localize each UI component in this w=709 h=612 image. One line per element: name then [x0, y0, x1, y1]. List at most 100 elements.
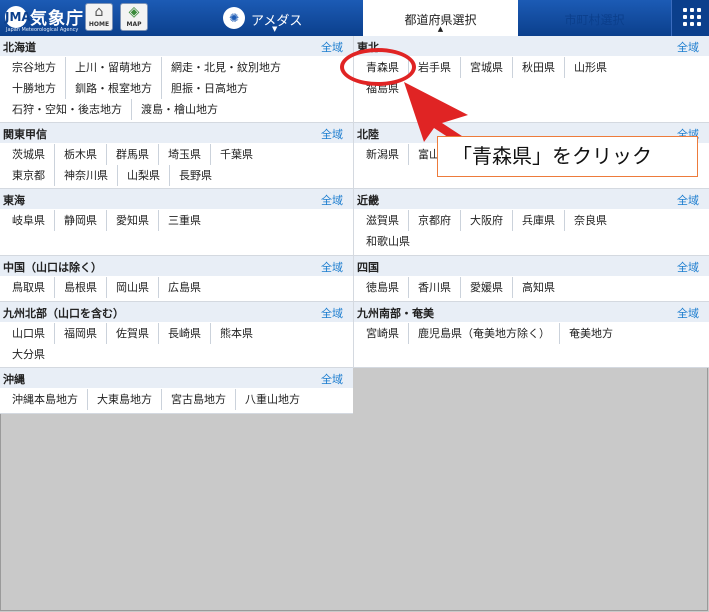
- region-item-row: 鳥取県 島根県 岡山県 広島県: [3, 276, 353, 298]
- region-all-link[interactable]: 全域: [677, 39, 699, 55]
- region-hokkaido: 北海道 全域 宗谷地方 上川・留萌地方 網走・北見・紋別地方 十勝地方 釧路・根室地方 胆振・…: [0, 36, 353, 123]
- area-link[interactable]: 東京都: [3, 165, 54, 186]
- region-all-link[interactable]: 全域: [321, 126, 343, 142]
- region-item-list: 宮崎県 鹿児島県（奄美地方除く） 奄美地方: [354, 322, 709, 344]
- jma-emblem-icon: JMA: [5, 6, 31, 28]
- region-item-list: 茨城県 栃木県 群馬県 埼玉県 千葉県 東京都 神奈川県 山梨県 長野県: [0, 143, 353, 186]
- region-tokai: 東海 全域 岐阜県 静岡県 愛知県 三重県: [0, 189, 353, 256]
- area-link[interactable]: 奈良県: [564, 210, 616, 231]
- area-link[interactable]: 栃木県: [54, 144, 106, 165]
- region-item-row: 山口県 福岡県 佐賀県 長崎県 熊本県: [3, 322, 353, 344]
- area-link[interactable]: 山口県: [3, 323, 54, 344]
- chevron-down-icon: ▼: [272, 25, 278, 33]
- region-title: 近畿: [357, 194, 379, 207]
- area-link[interactable]: 岐阜県: [3, 210, 54, 231]
- area-link[interactable]: 石狩・空知・後志地方: [3, 99, 131, 120]
- area-link[interactable]: 宗谷地方: [3, 57, 65, 78]
- jma-logo[interactable]: JMA 気象庁 Japan Meteorological Agency: [5, 4, 85, 33]
- area-link[interactable]: 熊本県: [210, 323, 262, 344]
- area-link[interactable]: 岡山県: [106, 277, 158, 298]
- area-link[interactable]: 島根県: [54, 277, 106, 298]
- area-link[interactable]: 秋田県: [512, 57, 564, 78]
- region-header: 東北 全域: [354, 36, 709, 56]
- area-link[interactable]: 和歌山県: [357, 231, 419, 252]
- area-link[interactable]: 三重県: [158, 210, 210, 231]
- region-item-list: 滋賀県 京都府 大阪府 兵庫県 奈良県 和歌山県: [354, 209, 709, 251]
- region-title: 四国: [357, 261, 379, 274]
- area-link[interactable]: 新潟県: [357, 144, 408, 165]
- region-item-row: 茨城県 栃木県 群馬県 埼玉県 千葉県: [3, 143, 353, 165]
- area-link[interactable]: 佐賀県: [106, 323, 158, 344]
- menu-button[interactable]: [671, 0, 709, 36]
- region-all-link[interactable]: 全域: [321, 305, 343, 321]
- area-link[interactable]: 兵庫県: [512, 210, 564, 231]
- area-link[interactable]: 香川県: [408, 277, 460, 298]
- region-all-link[interactable]: 全域: [677, 259, 699, 275]
- region-header: 近畿 全域: [354, 189, 709, 209]
- area-link[interactable]: 宮崎県: [357, 323, 408, 344]
- area-link[interactable]: 神奈川県: [54, 165, 117, 186]
- area-link[interactable]: 京都府: [408, 210, 460, 231]
- area-link[interactable]: 十勝地方: [3, 78, 65, 99]
- area-link[interactable]: 徳島県: [357, 277, 408, 298]
- area-link[interactable]: 渡島・檜山地方: [131, 99, 227, 120]
- region-kanto-koshin: 関東甲信 全域 茨城県 栃木県 群馬県 埼玉県 千葉県 東京都 神奈川県 山梨県 長野県: [0, 123, 353, 189]
- home-button[interactable]: ⌂ HOME: [85, 3, 113, 31]
- region-header: 九州南部・奄美 全域: [354, 302, 709, 322]
- logo-subtitle: Japan Meteorological Agency: [6, 27, 79, 33]
- area-link[interactable]: 沖縄本島地方: [3, 389, 87, 410]
- region-all-link[interactable]: 全域: [321, 259, 343, 275]
- area-link[interactable]: 八重山地方: [235, 389, 309, 410]
- area-link[interactable]: 千葉県: [210, 144, 262, 165]
- area-link[interactable]: 長崎県: [158, 323, 210, 344]
- tab-city-select[interactable]: 市町村選択: [518, 0, 671, 36]
- area-link[interactable]: 鹿児島県（奄美地方除く）: [408, 323, 559, 344]
- area-link[interactable]: 奄美地方: [559, 323, 622, 344]
- area-link[interactable]: 福岡県: [54, 323, 106, 344]
- region-item-list: 徳島県 香川県 愛媛県 高知県: [354, 276, 709, 298]
- region-item-row: 十勝地方 釧路・根室地方 胆振・日高地方: [3, 77, 353, 99]
- region-shikoku: 四国 全域 徳島県 香川県 愛媛県 高知県: [353, 256, 709, 302]
- region-all-link[interactable]: 全域: [677, 192, 699, 208]
- region-all-link[interactable]: 全域: [321, 371, 343, 387]
- area-link[interactable]: 埼玉県: [158, 144, 210, 165]
- area-link[interactable]: 山形県: [564, 57, 616, 78]
- area-link[interactable]: 宮古島地方: [161, 389, 235, 410]
- region-item-list: 山口県 福岡県 佐賀県 長崎県 熊本県 大分県: [0, 322, 353, 364]
- area-link[interactable]: 長野県: [169, 165, 221, 186]
- region-header: 四国 全域: [354, 256, 709, 276]
- area-link[interactable]: 大分県: [3, 344, 54, 365]
- area-link[interactable]: 広島県: [158, 277, 210, 298]
- region-item-row: 滋賀県 京都府 大阪府 兵庫県 奈良県: [357, 209, 709, 231]
- amedas-icon: ✺: [223, 7, 245, 29]
- area-link[interactable]: 滋賀県: [357, 210, 408, 231]
- region-all-link[interactable]: 全域: [321, 192, 343, 208]
- region-all-link[interactable]: 全域: [677, 305, 699, 321]
- area-link[interactable]: 群馬県: [106, 144, 158, 165]
- region-all-link[interactable]: 全域: [321, 39, 343, 55]
- region-title: 中国（山口は除く）: [3, 261, 102, 274]
- tab-amedas[interactable]: ✺ アメダス ▼: [158, 0, 363, 36]
- area-link[interactable]: 愛知県: [106, 210, 158, 231]
- area-link[interactable]: 鳥取県: [3, 277, 54, 298]
- area-link[interactable]: 高知県: [512, 277, 564, 298]
- region-item-row: 徳島県 香川県 愛媛県 高知県: [357, 276, 709, 298]
- area-link[interactable]: 大阪府: [460, 210, 512, 231]
- tab-prefecture-select[interactable]: 都道府県選択 ▲: [363, 0, 518, 36]
- area-link[interactable]: 静岡県: [54, 210, 106, 231]
- area-link[interactable]: 茨城県: [3, 144, 54, 165]
- map-label: MAP: [126, 21, 142, 28]
- area-link[interactable]: 大東島地方: [87, 389, 161, 410]
- area-link[interactable]: 山梨県: [117, 165, 169, 186]
- region-header: 中国（山口は除く） 全域: [0, 256, 353, 276]
- area-link[interactable]: 釧路・根室地方: [65, 78, 161, 99]
- site-header: JMA 気象庁 Japan Meteorological Agency ⌂ HO…: [0, 0, 709, 36]
- region-header: 沖縄 全域: [0, 368, 353, 388]
- area-link[interactable]: 愛媛県: [460, 277, 512, 298]
- area-link[interactable]: 上川・留萌地方: [65, 57, 161, 78]
- region-item-row: 宮崎県 鹿児島県（奄美地方除く） 奄美地方: [357, 322, 709, 344]
- map-button[interactable]: ◈ MAP: [120, 3, 148, 31]
- caret-up-icon: ▲: [437, 25, 444, 33]
- area-link[interactable]: 網走・北見・紋別地方: [161, 57, 290, 78]
- area-link[interactable]: 胆振・日高地方: [161, 78, 257, 99]
